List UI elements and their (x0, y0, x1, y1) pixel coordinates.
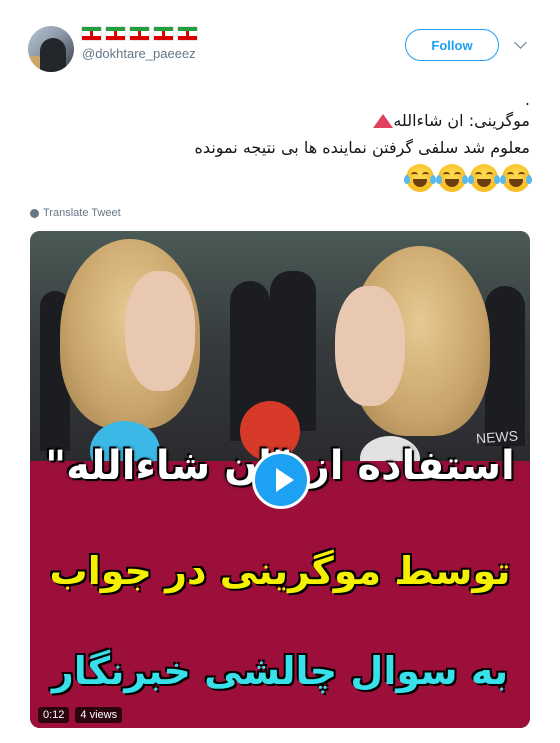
woman-face-right (335, 286, 405, 406)
tweet-line-1: موگرینی: ان شاءالله (195, 108, 530, 134)
overlay-caption-3: به سوال چالشی خبرنگار (51, 649, 509, 693)
crowd-figure (485, 286, 525, 446)
iran-flag-icon (82, 27, 101, 40)
follow-button[interactable]: Follow (405, 29, 499, 61)
video-duration: 0:12 (38, 707, 70, 723)
video-player[interactable]: NEWS استفاده از "ان شاءالله" توسط موگرین… (30, 231, 530, 728)
translate-label: Translate Tweet (43, 207, 121, 219)
avatar-building (30, 56, 40, 72)
tweet-dot-line: . (524, 90, 530, 109)
iran-flag-icon (178, 27, 197, 40)
play-button-icon[interactable] (252, 451, 310, 509)
avatar-figure (40, 38, 66, 72)
user-handle[interactable]: @dokhtare_paeeez (82, 46, 196, 61)
tears-of-joy-emoji-icon (404, 164, 436, 192)
tweet-line-2: معلوم شد سلفی گرفتن نماینده ها بی نتیجه … (194, 138, 530, 157)
iran-flag-icon (130, 27, 149, 40)
tears-of-joy-emoji-icon (436, 164, 468, 192)
tears-of-joy-emoji-icon (468, 164, 500, 192)
emoji-row (195, 164, 532, 192)
display-name-flags[interactable] (82, 27, 197, 40)
video-meta: 0:12 4 views (38, 707, 123, 723)
tears-of-joy-emoji-icon (500, 164, 532, 192)
woman-face-left (125, 271, 195, 391)
globe-icon (30, 208, 39, 218)
overlay-caption-2: توسط موگرینی در جواب (49, 549, 511, 593)
iran-flag-icon (106, 27, 125, 40)
avatar[interactable] (28, 26, 74, 72)
video-views: 4 views (75, 707, 123, 723)
tweet-header: @dokhtare_paeeez Follow (0, 0, 560, 80)
tweet-line-1-text: موگرینی: ان شاءالله (393, 111, 530, 130)
video-scene: NEWS (30, 231, 530, 481)
iran-flag-icon (154, 27, 173, 40)
red-triangle-icon (373, 114, 394, 128)
chevron-down-icon[interactable] (514, 36, 527, 49)
tweet-text: . موگرینی: ان شاءالله معلوم شد سلفی گرفت… (194, 90, 532, 192)
translate-tweet-link[interactable]: Translate Tweet (30, 207, 121, 219)
